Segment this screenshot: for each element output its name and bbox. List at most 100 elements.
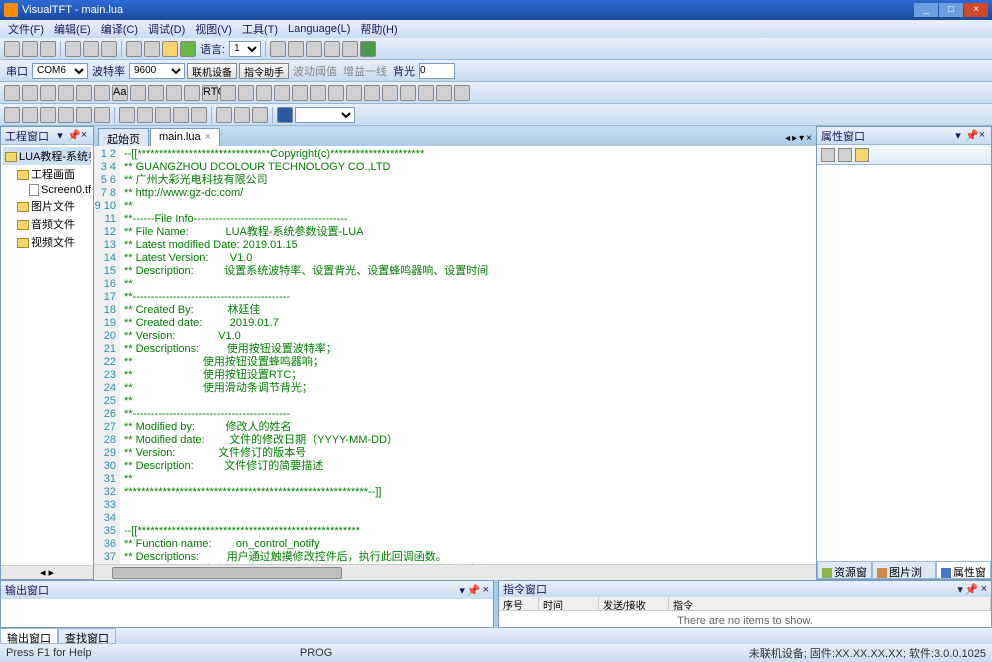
menu-edit[interactable]: 编辑(E) — [50, 21, 95, 37]
run-icon[interactable] — [324, 41, 340, 57]
align-top-icon[interactable] — [58, 107, 74, 123]
panel-pin2-icon[interactable]: 📌 — [965, 129, 975, 142]
play-icon[interactable] — [360, 41, 376, 57]
widget-note-icon[interactable] — [418, 85, 434, 101]
align-right-icon[interactable] — [40, 107, 56, 123]
widget-anim-icon[interactable] — [220, 85, 236, 101]
tab-property[interactable]: 属性窗口 — [936, 561, 991, 579]
tree-root[interactable]: LUA教程-系统参数设置 — [3, 147, 91, 165]
maximize-button[interactable]: □ — [939, 3, 963, 17]
widget-qr-icon[interactable] — [256, 85, 272, 101]
tab-nav-right-icon[interactable]: ▸ — [792, 133, 797, 144]
widget-cursor-icon[interactable] — [4, 85, 20, 101]
close-button[interactable]: × — [964, 3, 988, 17]
tree-item[interactable]: 工程画面 — [15, 165, 91, 183]
lock-icon[interactable] — [162, 41, 178, 57]
tab-resource[interactable]: 资源窗口 — [817, 561, 872, 579]
panel-pin2-icon[interactable]: 📌 — [67, 129, 77, 142]
editor-hscroll[interactable] — [94, 564, 816, 580]
port-select[interactable]: COM6 — [32, 63, 88, 79]
panel-close-icon[interactable]: × — [79, 129, 89, 142]
zoom-select[interactable] — [295, 107, 355, 123]
tab-find[interactable]: 查找窗口 — [58, 628, 116, 644]
connect-button[interactable]: 联机设备 — [187, 63, 237, 79]
align-bottom-icon[interactable] — [94, 107, 110, 123]
tab-imgbrowser[interactable]: 图片浏览器 — [872, 561, 936, 579]
step-icon[interactable] — [342, 41, 358, 57]
widget-progress-icon[interactable] — [148, 85, 164, 101]
minimize-button[interactable]: _ — [914, 3, 938, 17]
widget-flash-icon[interactable] — [454, 85, 470, 101]
download-icon[interactable] — [306, 41, 322, 57]
tab-mainlua[interactable]: main.lua× — [150, 128, 220, 146]
color-fill-icon[interactable] — [277, 107, 293, 123]
new-icon[interactable] — [4, 41, 20, 57]
output-content[interactable] — [1, 599, 493, 627]
widget-meter-icon[interactable] — [166, 85, 182, 101]
menu-file[interactable]: 文件(F) — [4, 21, 48, 37]
cmd-helper-button[interactable]: 指令助手 — [239, 63, 289, 79]
widget-text-icon[interactable] — [40, 85, 56, 101]
widget-table-icon[interactable] — [274, 85, 290, 101]
widget-video-icon[interactable] — [364, 85, 380, 101]
lang-select[interactable]: 1 — [229, 41, 261, 57]
widget-menu-icon[interactable] — [292, 85, 308, 101]
redo-icon[interactable] — [144, 41, 160, 57]
tree-item[interactable]: 图片文件 — [15, 197, 91, 215]
project-tree[interactable]: LUA教程-系统参数设置 工程画面 Screen0.tft 图片文件 音频文件 … — [1, 145, 93, 565]
panel-close-icon[interactable]: × — [977, 129, 987, 142]
menu-view[interactable]: 视图(V) — [191, 21, 236, 37]
grid-icon[interactable] — [252, 107, 268, 123]
tree-item[interactable]: Screen0.tft — [27, 183, 91, 197]
widget-chart-icon[interactable] — [184, 85, 200, 101]
undo-icon[interactable] — [126, 41, 142, 57]
backlight-input[interactable] — [419, 63, 455, 79]
align-center-icon[interactable] — [22, 107, 38, 123]
menu-help[interactable]: 帮助(H) — [356, 21, 401, 37]
widget-hist-icon[interactable] — [436, 85, 452, 101]
widget-record-icon[interactable] — [328, 85, 344, 101]
tab-close-icon[interactable]: × — [205, 131, 211, 143]
tab-menu-icon[interactable]: ▾ — [799, 133, 804, 144]
left-scroll[interactable]: ◂ ▸ — [1, 565, 93, 579]
same-size-icon[interactable] — [191, 107, 207, 123]
code-editor[interactable]: 1 2 3 4 5 6 7 8 9 10 11 12 13 14 15 16 1… — [94, 146, 816, 564]
front-icon[interactable] — [216, 107, 232, 123]
menu-compile[interactable]: 编译(C) — [97, 21, 142, 37]
menu-language[interactable]: Language(L) — [284, 23, 354, 35]
widget-audio-icon[interactable] — [382, 85, 398, 101]
code-content[interactable]: --[[*******************************Copyr… — [120, 146, 816, 564]
widget-rtc-icon[interactable]: RTC — [202, 85, 218, 101]
tab-output[interactable]: 输出窗口 — [0, 628, 58, 644]
dist-h-icon[interactable] — [119, 107, 135, 123]
widget-icon-icon[interactable] — [238, 85, 254, 101]
open-icon[interactable] — [22, 41, 38, 57]
widget-time-icon[interactable] — [400, 85, 416, 101]
tree-item[interactable]: 视频文件 — [15, 233, 91, 251]
prop-search-icon[interactable] — [855, 148, 869, 162]
same-height-icon[interactable] — [173, 107, 189, 123]
tab-nav-left-icon[interactable]: ◂ — [785, 133, 790, 144]
widget-curve-icon[interactable] — [310, 85, 326, 101]
same-width-icon[interactable] — [155, 107, 171, 123]
tab-closeall-icon[interactable]: × — [806, 133, 812, 144]
widget-line-icon[interactable] — [94, 85, 110, 101]
compile-icon[interactable] — [270, 41, 286, 57]
tree-item[interactable]: 音频文件 — [15, 215, 91, 233]
widget-label-icon[interactable]: Aa — [112, 85, 128, 101]
align-middle-icon[interactable] — [76, 107, 92, 123]
prop-sort-icon[interactable] — [838, 148, 852, 162]
widget-circle-icon[interactable] — [76, 85, 92, 101]
sync-icon[interactable] — [180, 41, 196, 57]
widget-slider-icon[interactable] — [130, 85, 146, 101]
panel-pin-icon[interactable]: ▾ — [953, 129, 963, 142]
copy-icon[interactable] — [83, 41, 99, 57]
tab-start[interactable]: 起始页 — [98, 128, 149, 146]
paste-icon[interactable] — [101, 41, 117, 57]
back-icon[interactable] — [234, 107, 250, 123]
property-grid[interactable] — [817, 165, 991, 561]
dist-v-icon[interactable] — [137, 107, 153, 123]
align-left-icon[interactable] — [4, 107, 20, 123]
menu-debug[interactable]: 调试(D) — [144, 21, 189, 37]
build-icon[interactable] — [288, 41, 304, 57]
